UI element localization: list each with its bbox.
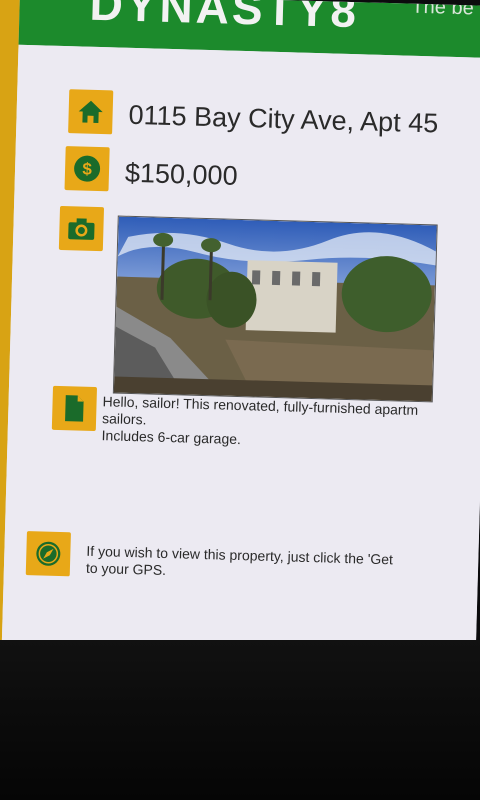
- price-icon-box: $: [64, 146, 110, 192]
- property-photo-image: [113, 216, 437, 402]
- listing-price: $150,000: [124, 157, 239, 191]
- photo-icon-box: [58, 205, 105, 252]
- home-icon: [78, 100, 103, 123]
- description-icon-box: [51, 385, 98, 432]
- compass-icon[interactable]: [33, 538, 64, 569]
- tv-bezel-bottom: [0, 640, 480, 800]
- property-photo[interactable]: [112, 215, 438, 403]
- address-icon-box: [68, 89, 114, 135]
- svg-text:$: $: [82, 160, 93, 179]
- dollar-icon: $: [74, 155, 101, 182]
- document-icon: [65, 395, 84, 422]
- gps-icon-box: [25, 531, 71, 577]
- site-logo[interactable]: DYNASTY8: [89, 0, 360, 38]
- camera-icon: [68, 218, 95, 240]
- tv-screen: DYNASTY8 The be 0115 Bay City Ave, Apt 4…: [0, 0, 480, 671]
- site-tagline: The be: [411, 0, 475, 20]
- listing-description: Hello, sailor! This renovated, fully-fur…: [101, 393, 418, 453]
